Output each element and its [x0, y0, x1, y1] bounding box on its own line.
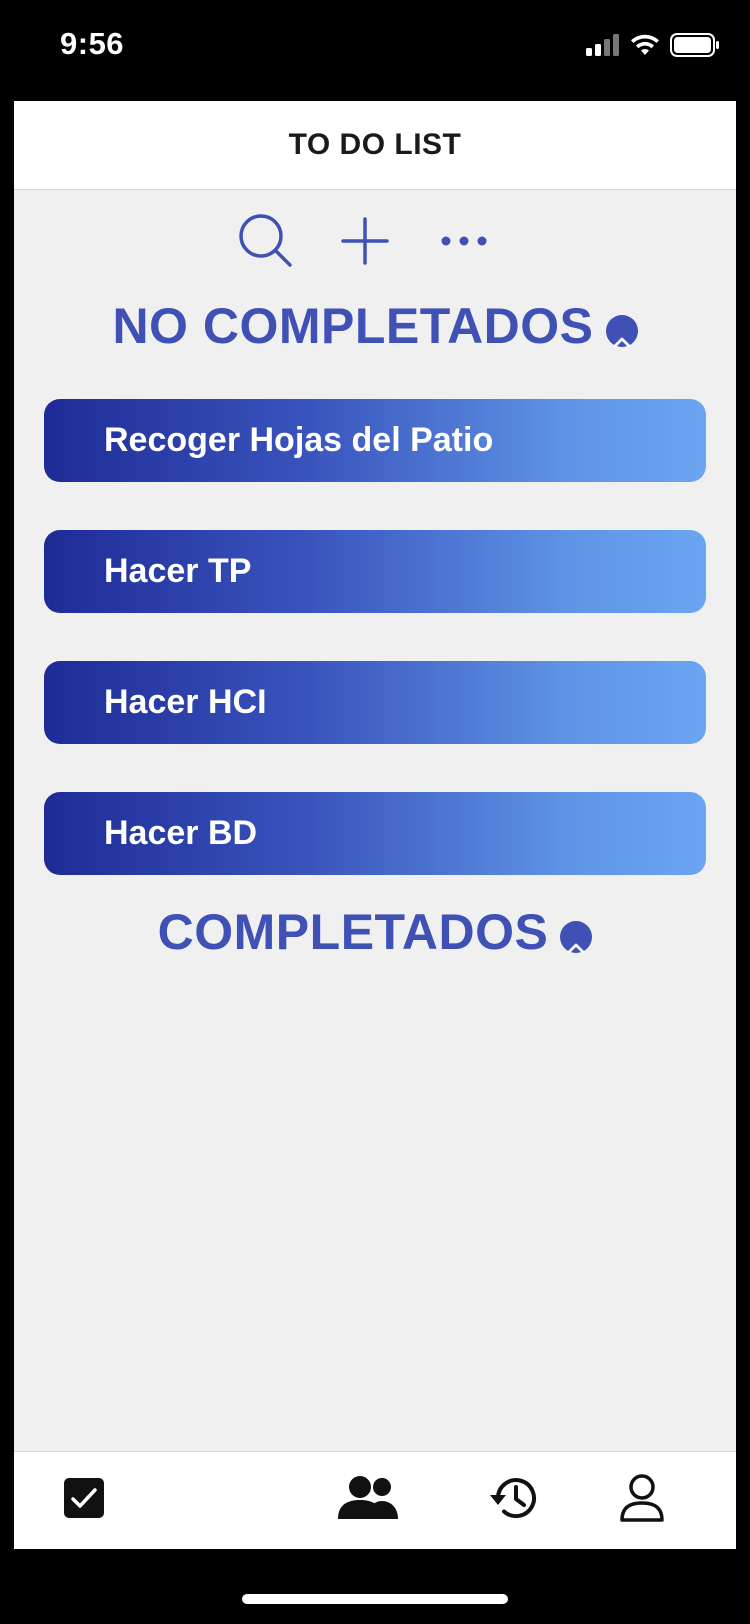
status-time: 9:56 [60, 26, 125, 61]
history-icon [490, 1475, 538, 1526]
checkbox-icon [63, 1477, 105, 1524]
tab-tasks[interactable] [48, 1466, 120, 1534]
task-label: Hacer TP [104, 552, 252, 590]
add-task-button[interactable] [333, 211, 397, 275]
collapse-not-completed-button[interactable] [605, 315, 638, 348]
section-title-completed: COMPLETADOS [157, 904, 549, 960]
group-icon [338, 1475, 402, 1526]
task-item[interactable]: Hacer HCI [44, 661, 706, 744]
app-container: TO DO LIST NO COMPLETADOS Recoger Hojas … [14, 101, 736, 1549]
collapse-completed-button[interactable] [560, 921, 593, 954]
plus-icon [341, 216, 389, 270]
section-title-not-completed: NO COMPLETADOS [112, 298, 594, 354]
search-icon [237, 212, 295, 275]
phone-screen: 9:56 TO DO LIST NO COMPLETADOS Recoger H… [0, 0, 750, 1624]
more-horizontal-icon [439, 234, 489, 253]
bottom-tab-bar [14, 1451, 736, 1549]
task-label: Hacer BD [104, 814, 258, 852]
task-item[interactable]: Hacer TP [44, 530, 706, 613]
wifi-icon [630, 34, 660, 61]
status-icons [586, 30, 720, 64]
home-indicator[interactable] [242, 1594, 508, 1604]
battery-icon [670, 32, 720, 62]
tab-history[interactable] [478, 1466, 550, 1534]
task-item[interactable]: Recoger Hojas del Patio [44, 399, 706, 482]
not-completed-section-header: NO COMPLETADOS [14, 291, 736, 361]
chevron-up-icon [567, 908, 585, 966]
chevron-up-icon [613, 302, 631, 360]
status-bar: 9:56 [0, 0, 750, 100]
toolbar [14, 211, 736, 271]
task-item[interactable]: Hacer BD [44, 792, 706, 875]
more-options-button[interactable] [432, 211, 496, 275]
app-header: TO DO LIST [14, 101, 736, 190]
tab-profile[interactable] [606, 1466, 678, 1534]
task-label: Recoger Hojas del Patio [104, 421, 494, 459]
profile-icon [619, 1473, 665, 1527]
search-button[interactable] [234, 211, 298, 275]
cellular-signal-icon [586, 33, 620, 61]
completed-section-header: COMPLETADOS [14, 897, 736, 967]
page-title: TO DO LIST [288, 128, 462, 161]
tab-groups[interactable] [334, 1466, 406, 1534]
task-label: Hacer HCI [104, 683, 267, 721]
